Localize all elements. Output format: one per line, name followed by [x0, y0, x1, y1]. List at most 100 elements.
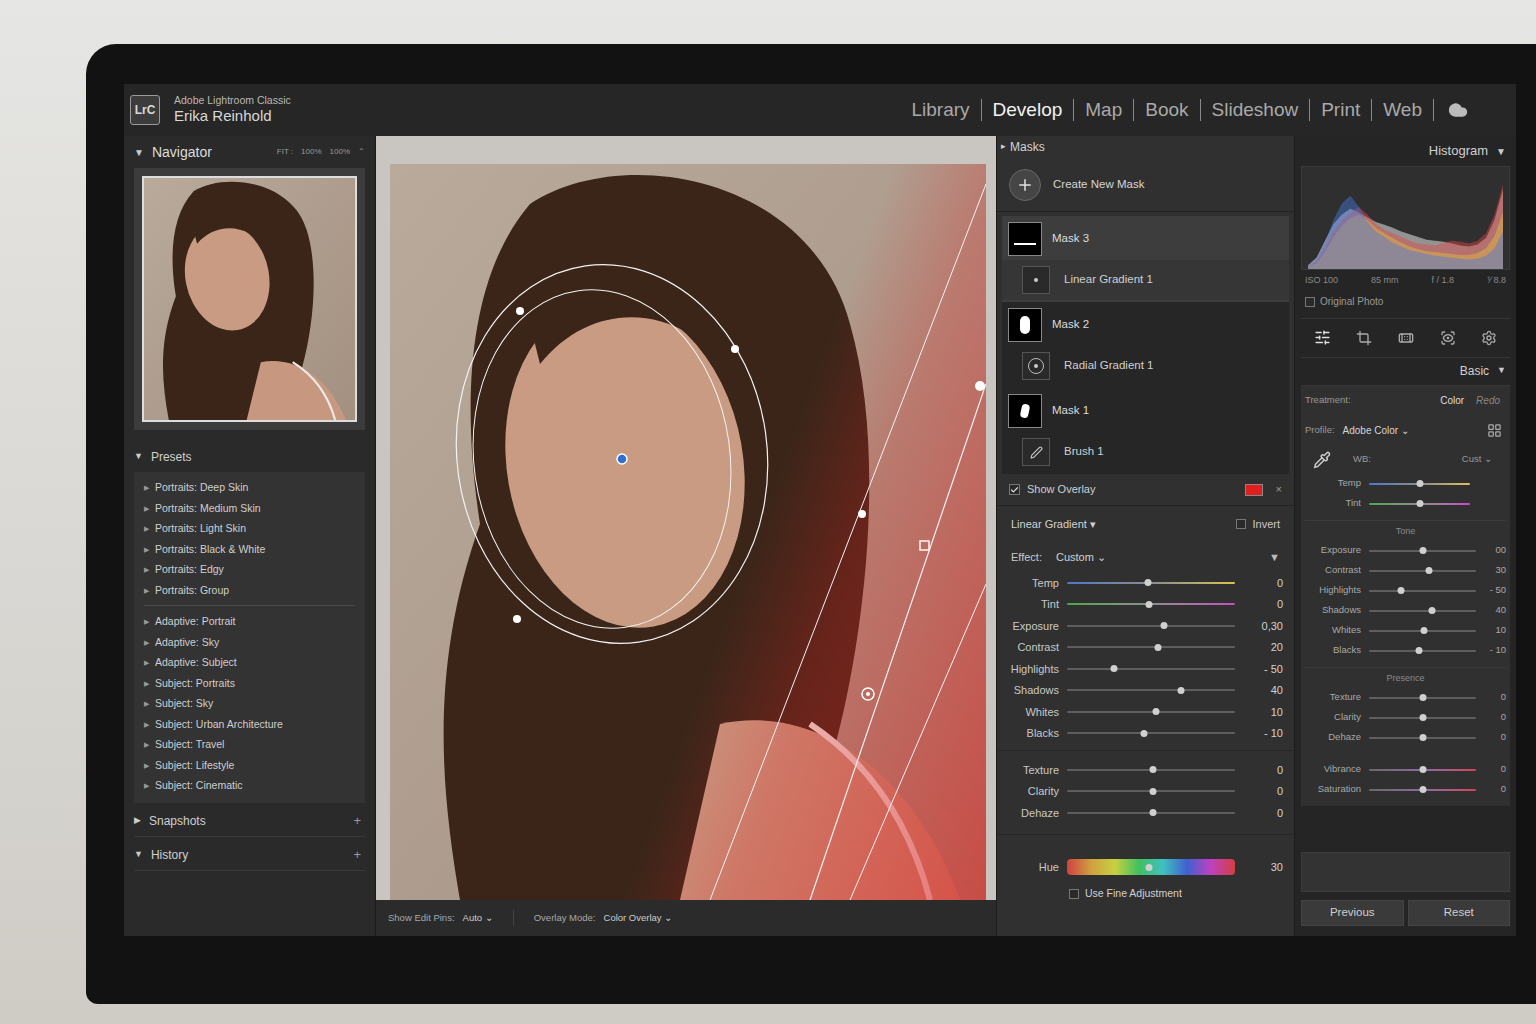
profile-select[interactable]: Adobe Color ⌄ — [1343, 423, 1409, 438]
slider-thumb[interactable] — [1141, 730, 1148, 737]
slider-track[interactable] — [1369, 650, 1476, 652]
slider-track[interactable] — [1067, 711, 1235, 713]
slider-track[interactable] — [1067, 603, 1235, 605]
checkbox[interactable] — [1305, 297, 1315, 307]
slider-thumb[interactable] — [1416, 647, 1423, 654]
mask-component[interactable]: Brush 1 — [1002, 432, 1289, 472]
add-button[interactable]: + — [353, 845, 365, 865]
cloud-icon[interactable] — [1448, 100, 1468, 120]
module-tab[interactable]: Print — [1310, 96, 1371, 125]
add-button[interactable]: + — [353, 811, 365, 831]
slider-thumb[interactable] — [1419, 694, 1426, 701]
navigator-header[interactable]: ▼NavigatorFIT :100%100%⌃ — [134, 136, 365, 168]
red-eye-icon[interactable] — [1440, 330, 1456, 346]
gear-icon[interactable] — [1481, 330, 1497, 346]
mask-component[interactable]: Radial Gradient 1 — [1002, 346, 1289, 386]
preset-item[interactable]: ▶Subject: Portraits — [144, 674, 355, 695]
preset-item[interactable]: ▶Subject: Lifestyle — [144, 756, 355, 777]
module-tab[interactable]: Web — [1372, 96, 1433, 125]
presets-header[interactable]: ▼Presets — [134, 442, 365, 472]
preset-item[interactable]: ▶Adaptive: Sky — [144, 633, 355, 654]
slider-track[interactable] — [1369, 570, 1476, 572]
mask-component[interactable]: Linear Gradient 1 — [1002, 260, 1289, 300]
navigator-thumbnail[interactable] — [142, 176, 357, 422]
photo[interactable] — [390, 164, 986, 900]
slider-thumb[interactable] — [1419, 786, 1426, 793]
mask-item[interactable]: Mask 2 — [1002, 304, 1289, 346]
wb-select[interactable]: Cust ⌄ — [1462, 452, 1492, 466]
slider-track[interactable] — [1067, 646, 1235, 648]
preset-item[interactable]: ▶Subject: Cinematic — [144, 776, 355, 797]
slider-track[interactable] — [1067, 582, 1235, 584]
slider-thumb[interactable] — [1425, 567, 1432, 574]
slider-track[interactable] — [1067, 790, 1235, 792]
preset-item[interactable]: ▶Portraits: Medium Skin — [144, 499, 355, 520]
slider-track[interactable] — [1369, 550, 1476, 552]
checkbox[interactable] — [1236, 519, 1246, 529]
module-tab[interactable]: Slideshow — [1201, 96, 1310, 125]
overlay-close-button[interactable]: × — [1276, 481, 1282, 498]
treatment-option[interactable]: Color — [1440, 393, 1464, 408]
slider-track[interactable] — [1067, 812, 1235, 814]
slider-thumb[interactable] — [1420, 627, 1427, 634]
create-mask-button[interactable] — [1009, 169, 1041, 201]
slider-track[interactable] — [1369, 630, 1476, 632]
slider-track[interactable] — [1369, 737, 1476, 739]
slider-thumb[interactable] — [1161, 622, 1168, 629]
preset-item[interactable]: ▶Adaptive: Subject — [144, 653, 355, 674]
slider-track[interactable] — [1067, 859, 1235, 875]
profile-browser-icon[interactable] — [1487, 423, 1502, 438]
treatment-option[interactable]: Redo — [1476, 393, 1500, 408]
slider-track[interactable] — [1067, 689, 1235, 691]
gradient-line[interactable] — [710, 184, 986, 900]
slider-track[interactable] — [1067, 625, 1235, 627]
preset-item[interactable]: ▶Portraits: Deep Skin — [144, 478, 355, 499]
module-tab[interactable]: Book — [1134, 96, 1199, 125]
gradient-handle[interactable] — [975, 381, 985, 391]
overlay-mode-select[interactable]: Color Overlay ⌄ — [604, 911, 673, 925]
preset-item[interactable]: ▶Subject: Travel — [144, 735, 355, 756]
slider-thumb[interactable] — [1416, 480, 1423, 487]
slider-thumb[interactable] — [1419, 714, 1426, 721]
slider-track[interactable] — [1067, 732, 1235, 734]
gradient-handle[interactable] — [858, 510, 866, 518]
slider-track[interactable] — [1369, 769, 1476, 771]
edit-sliders-icon[interactable] — [1314, 329, 1331, 346]
effect-select[interactable]: Custom ⌄ — [1056, 549, 1106, 566]
slider-thumb[interactable] — [1149, 766, 1156, 773]
create-mask-row[interactable]: Create New Mask — [997, 158, 1294, 212]
mask-item[interactable]: Mask 1 — [1002, 390, 1289, 432]
preset-item[interactable]: ▶Subject: Urban Architecture — [144, 715, 355, 736]
healing-icon[interactable] — [1398, 330, 1414, 346]
mask-thumbnail[interactable] — [1008, 222, 1042, 256]
histogram-header[interactable]: Histogram▼ — [1301, 136, 1510, 166]
panel-header[interactable]: ▶Snapshots+ — [134, 807, 365, 837]
module-tab[interactable]: Map — [1074, 96, 1133, 125]
slider-track[interactable] — [1369, 590, 1476, 592]
checkbox[interactable] — [1009, 484, 1020, 495]
eyedropper-icon[interactable] — [1313, 451, 1331, 469]
gradient-rotate-handle[interactable] — [920, 541, 929, 550]
mask-item[interactable]: Mask 3 — [1002, 218, 1289, 260]
slider-track[interactable] — [1369, 717, 1476, 719]
radial-gradient-outer[interactable] — [432, 244, 792, 663]
overlay-color-swatch[interactable] — [1245, 484, 1263, 496]
slider-track[interactable] — [1369, 610, 1476, 612]
preset-item[interactable]: ▶Portraits: Edgy — [144, 560, 355, 581]
footer-button[interactable]: Previous — [1301, 900, 1404, 926]
crop-icon[interactable] — [1356, 330, 1372, 346]
zoom-option[interactable]: ⌃ — [358, 146, 365, 158]
slider-track[interactable] — [1067, 668, 1235, 670]
slider-thumb[interactable] — [1149, 809, 1156, 816]
slider-thumb[interactable] — [1178, 687, 1185, 694]
module-tab[interactable]: Library — [901, 96, 981, 125]
preset-item[interactable]: ▶Adaptive: Portrait — [144, 612, 355, 633]
slider-thumb[interactable] — [1419, 766, 1426, 773]
slider-thumb[interactable] — [1153, 708, 1160, 715]
slider-track[interactable] — [1369, 789, 1476, 791]
slider-thumb[interactable] — [1144, 579, 1151, 586]
preset-item[interactable]: ▶Portraits: Group — [144, 581, 355, 602]
preset-item[interactable]: ▶Subject: Sky — [144, 694, 355, 715]
zoom-option[interactable]: 100% — [330, 146, 350, 158]
gradient-line[interactable] — [810, 384, 986, 900]
